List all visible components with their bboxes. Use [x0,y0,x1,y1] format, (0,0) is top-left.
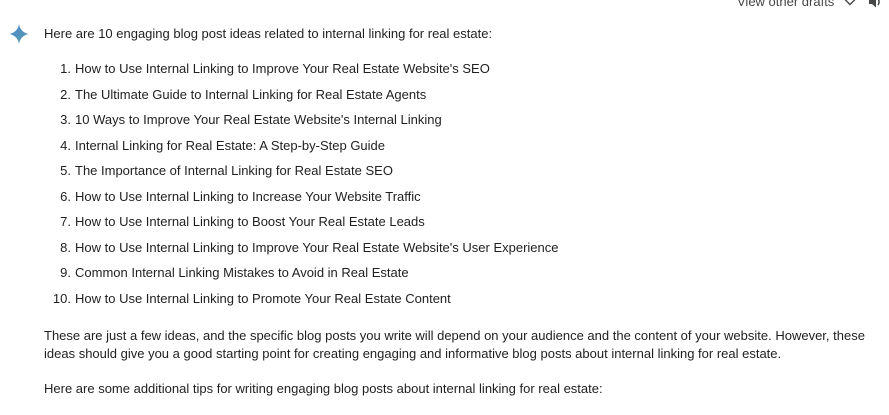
list-item: 1. How to Use Internal Linking to Improv… [44,60,558,86]
view-other-drafts-button[interactable]: View other drafts [737,0,856,9]
response-paragraph-summary: These are just a few ideas, and the spec… [44,328,865,361]
list-item: 3. 10 Ways to Improve Your Real Estate W… [44,111,558,137]
list-item: 9. Common Internal Linking Mistakes to A… [44,264,558,290]
list-item-number: 9. [60,265,71,280]
list-item-number: 7. [60,214,71,229]
list-item-number: 8. [60,239,71,255]
list-item-text: How to Use Internal Linking to Improve Y… [75,61,490,76]
sparkle-icon [9,24,29,44]
list-item-text: 10 Ways to Improve Your Real Estate Webs… [75,112,442,127]
list-item-number: 5. [60,163,71,178]
response-paragraph-tips-intro: Here are some additional tips for writin… [44,381,603,396]
list-item: 6. How to Use Internal Linking to Increa… [44,188,558,214]
blog-ideas-list: 1. How to Use Internal Linking to Improv… [44,60,559,316]
volume-icon[interactable] [867,0,883,10]
list-item: 5. The Importance of Internal Linking fo… [44,162,558,188]
list-item-text: How to Use Internal Linking to Boost You… [75,214,425,229]
list-item: 2. The Ultimate Guide to Internal Linkin… [44,86,558,112]
list-item-number: 2. [60,86,71,102]
list-item-text: The Ultimate Guide to Internal Linking f… [75,86,427,102]
list-item-text: Internal Linking for Real Estate: A Step… [75,137,386,153]
list-item: 4. Internal Linking for Real Estate: A S… [44,137,558,163]
list-item-text: The Importance of Internal Linking for R… [75,163,393,178]
list-item-text: Common Internal Linking Mistakes to Avoi… [75,265,409,280]
list-item: 8. How to Use Internal Linking to Improv… [44,239,558,265]
list-item-number: 3. [60,112,71,127]
chevron-down-icon [845,0,856,5]
list-item: 10. How to Use Internal Linking to Promo… [44,290,558,316]
chat-response-page: View other drafts Here are 10 engaging b… [0,0,889,415]
response-toolbar: View other drafts [689,0,889,12]
list-item-number: 4. [60,137,71,153]
list-item-text: How to Use Internal Linking to Increase … [75,188,421,204]
list-item-number: 1. [60,61,71,76]
list-item-text: How to Use Internal Linking to Promote Y… [75,290,451,306]
list-item-number: 10. [52,290,71,306]
response-intro: Here are 10 engaging blog post ideas rel… [44,26,493,41]
list-item-number: 6. [60,188,71,204]
view-other-drafts-label: View other drafts [737,0,835,9]
list-item: 7. How to Use Internal Linking to Boost … [44,213,558,239]
list-item-text: How to Use Internal Linking to Improve Y… [75,239,559,255]
